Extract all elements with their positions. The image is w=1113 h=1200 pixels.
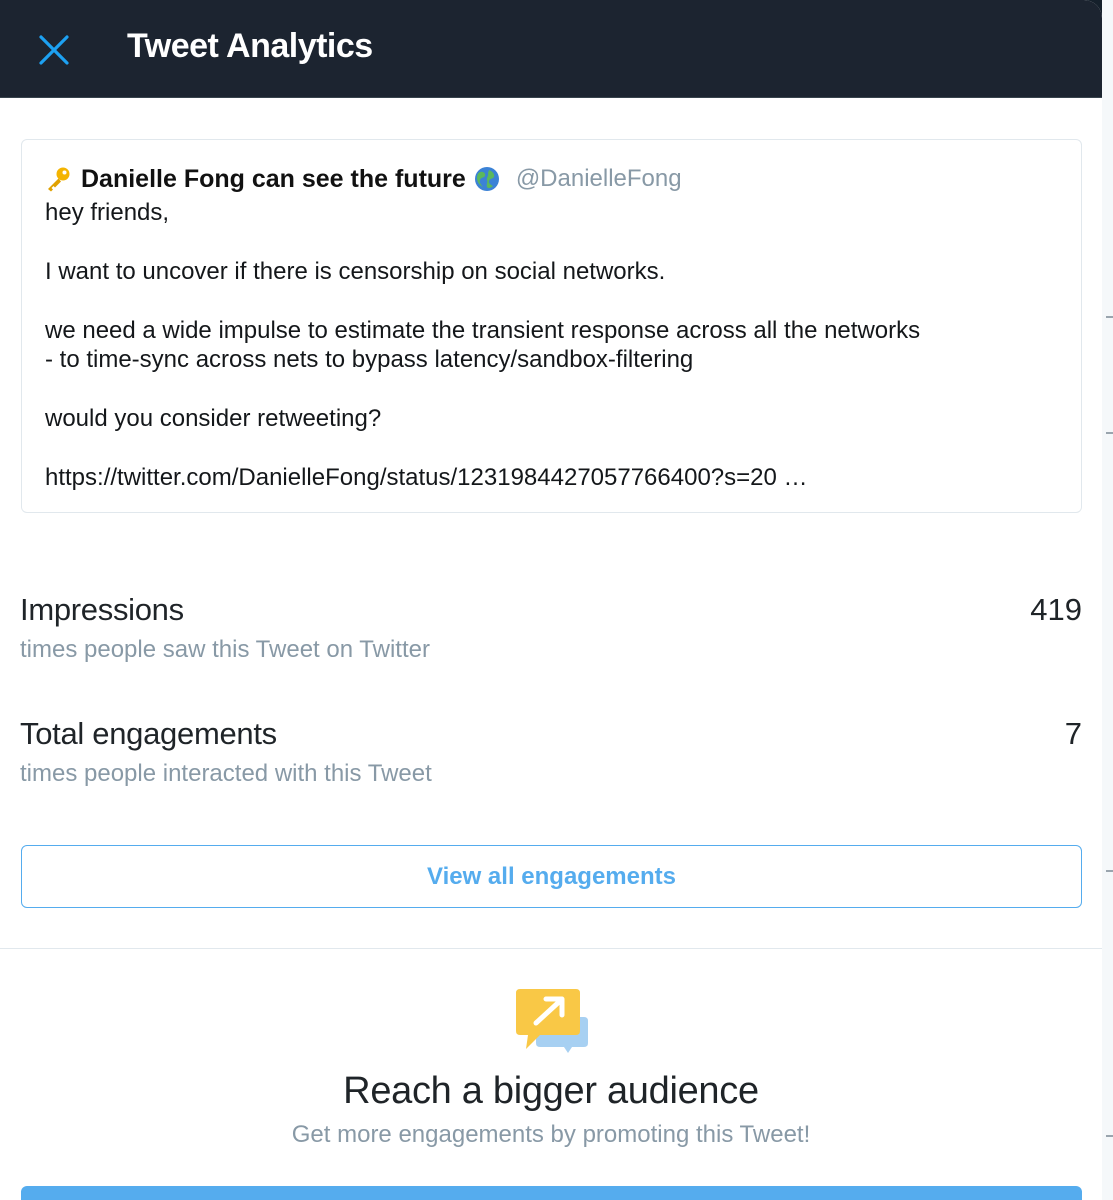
key-icon (48, 167, 70, 192)
promote-tweet-button[interactable] (21, 1186, 1082, 1200)
promote-arrow-icon (516, 989, 588, 1053)
background-divider (1106, 1135, 1113, 1137)
tweet-card[interactable]: Danielle Fong can see the future @Daniel… (21, 139, 1082, 513)
view-all-engagements-label: View all engagements (427, 862, 676, 890)
section-divider (0, 948, 1102, 949)
author-handle[interactable]: @DanielleFong (516, 165, 682, 193)
author-name[interactable]: Danielle Fong can see the future (81, 165, 466, 194)
tweet-line (45, 374, 1045, 403)
tweet-line: would you consider retweeting? (45, 404, 382, 432)
background-divider (1106, 316, 1113, 318)
promo-subtitle: Get more engagements by promoting this T… (291, 1121, 811, 1148)
metric-label: Total engagements (20, 716, 277, 751)
metric-description: times people interacted with this Tweet (20, 760, 432, 787)
tweet-line: - to time-sync across nets to bypass lat… (45, 345, 694, 373)
tweet-text: hey friends, I want to uncover if there … (45, 198, 1045, 492)
tweet-link[interactable]: https://twitter.com/DanielleFong/status/… (45, 463, 1045, 492)
metric-value: 419 (1030, 592, 1082, 627)
metric-label: Impressions (20, 592, 184, 627)
background-page-strip (1102, 0, 1113, 1200)
close-icon (39, 35, 69, 65)
modal-header: Tweet Analytics (0, 0, 1102, 98)
tweet-line: I want to uncover if there is censorship… (45, 257, 666, 285)
background-divider (1106, 432, 1113, 434)
tweet-analytics-modal: Tweet Analytics Danielle Fong can see th… (0, 0, 1102, 1200)
tweet-line: hey friends, (45, 199, 170, 226)
globe-icon (474, 167, 499, 191)
promo-title: Reach a bigger audience (343, 1070, 759, 1112)
tweet-line (45, 433, 1045, 462)
background-divider (1106, 870, 1113, 872)
modal-title: Tweet Analytics (127, 27, 373, 65)
metric-description: times people saw this Tweet on Twitter (20, 636, 430, 663)
tweet-line: we need a wide impulse to estimate the t… (45, 316, 921, 344)
close-button[interactable] (26, 22, 82, 78)
metric-value: 7 (1064, 716, 1082, 751)
tweet-line (45, 286, 1045, 315)
tweet-line (45, 227, 1045, 256)
view-all-engagements-button[interactable]: View all engagements (21, 845, 1082, 908)
tweet-author: Danielle Fong can see the future @Daniel… (45, 162, 682, 196)
